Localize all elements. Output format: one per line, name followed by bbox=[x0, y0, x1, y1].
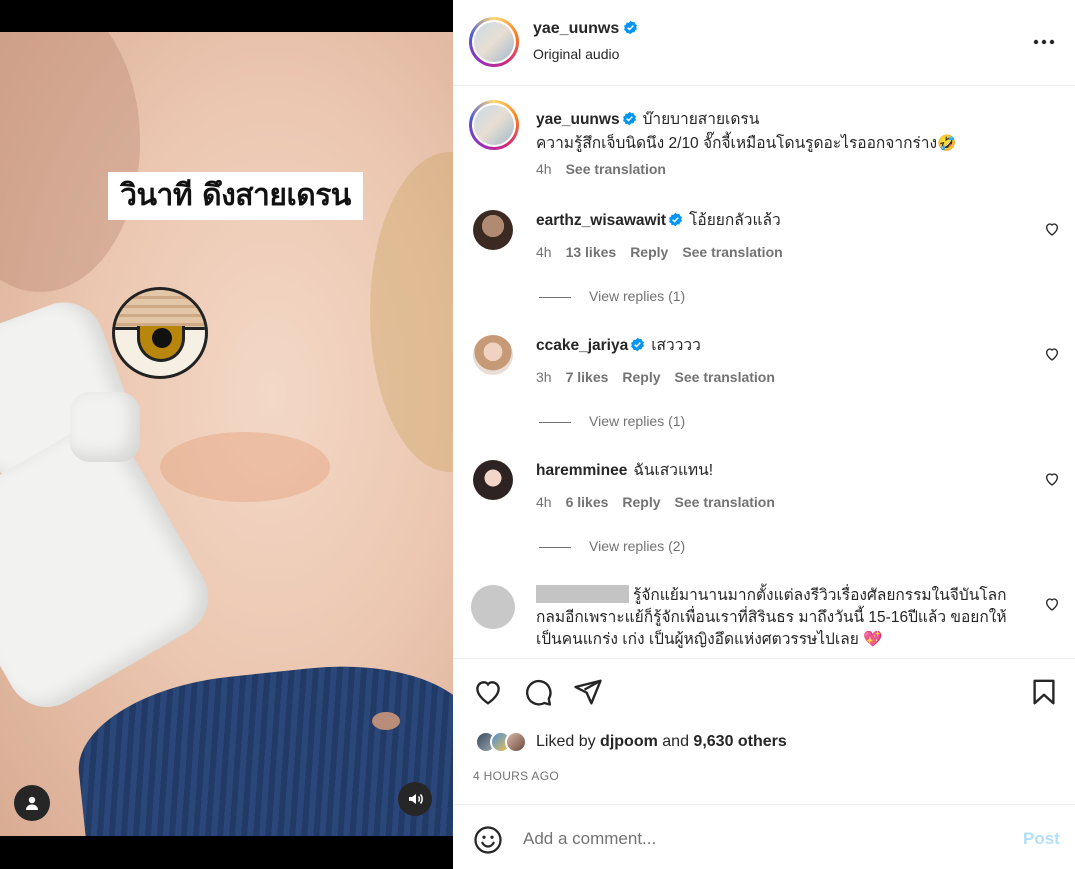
more-options-icon[interactable] bbox=[1029, 30, 1059, 54]
comment-like-heart-icon[interactable] bbox=[1044, 596, 1060, 612]
pupil bbox=[152, 328, 172, 348]
comment-like-heart-icon[interactable] bbox=[1044, 471, 1060, 487]
share-icon[interactable] bbox=[573, 677, 603, 707]
comment-meta: 4h 13 likes Reply See translation bbox=[536, 244, 797, 260]
view-replies-button[interactable]: View replies (1) bbox=[539, 413, 685, 429]
comment-avatar[interactable] bbox=[473, 210, 513, 250]
comment-username[interactable]: ccake_jariya bbox=[536, 337, 628, 354]
comment-text: earthz_wisawawit โอ้ยยกลัวแล้ว bbox=[536, 210, 1025, 234]
shadow bbox=[0, 32, 140, 292]
comment-body: โอ้ยยกลัวแล้ว bbox=[689, 212, 781, 229]
liked-by-prefix: Liked by bbox=[536, 733, 596, 750]
eye-sticker bbox=[112, 287, 208, 379]
view-replies-label[interactable]: View replies (1) bbox=[589, 413, 685, 429]
comment-input[interactable]: Add a comment... bbox=[523, 829, 656, 849]
eyelid bbox=[115, 290, 205, 330]
comment-meta: 4h 6 likes Reply See translation bbox=[536, 494, 789, 510]
see-translation-link[interactable]: See translation bbox=[675, 494, 775, 510]
caption-text: yae_uunws บ๊ายบายสายเดรน ความรู้สึกเจ็บนิ… bbox=[536, 109, 1025, 155]
view-replies-button[interactable]: View replies (2) bbox=[539, 538, 685, 554]
action-bar: Liked by djpoom and 9,630 others 4 HOURS… bbox=[453, 658, 1075, 804]
reply-button[interactable]: Reply bbox=[622, 494, 660, 510]
comment-username[interactable]: earthz_wisawawit bbox=[536, 212, 666, 229]
comment-avatar[interactable] bbox=[471, 585, 515, 629]
comments-list[interactable]: yae_uunws บ๊ายบายสายเดรน ความรู้สึกเจ็บนิ… bbox=[453, 87, 1075, 657]
comment-like-heart-icon[interactable] bbox=[1044, 221, 1060, 237]
post-sidebar: yae_uunws Original audio yae_uunws บ๊ายบา… bbox=[453, 0, 1075, 869]
overlay-caption: วินาที ดึงสายเดรน bbox=[108, 172, 363, 220]
comment-text: ccake_jariya เสวววว bbox=[536, 335, 1025, 359]
bruise bbox=[160, 432, 330, 502]
header-username[interactable]: yae_uunws bbox=[533, 20, 619, 37]
post-button[interactable]: Post bbox=[1023, 829, 1060, 849]
likes-summary[interactable]: Liked by djpoom and 9,630 others bbox=[475, 729, 787, 755]
reply-line bbox=[539, 546, 571, 548]
comment-time[interactable]: 3h bbox=[536, 369, 552, 385]
verified-badge-icon bbox=[668, 212, 683, 234]
header-username-row[interactable]: yae_uunws bbox=[533, 20, 638, 40]
comment-avatar[interactable] bbox=[473, 460, 513, 500]
comment-box: Add a comment... Post bbox=[453, 804, 1075, 869]
view-replies-label[interactable]: View replies (2) bbox=[589, 538, 685, 554]
reply-button[interactable]: Reply bbox=[622, 369, 660, 385]
avatar[interactable] bbox=[469, 17, 519, 67]
emoji-icon[interactable] bbox=[473, 825, 503, 855]
liked-by-others[interactable]: 9,630 others bbox=[693, 733, 786, 750]
reply-button[interactable]: Reply bbox=[630, 244, 668, 260]
post-timestamp[interactable]: 4 HOURS AGO bbox=[473, 769, 559, 783]
bruise bbox=[370, 152, 453, 472]
comment-meta: 3h 7 likes Reply See translation bbox=[536, 369, 789, 385]
post-media[interactable]: วินาที ดึงสายเดรน bbox=[0, 0, 453, 869]
comment-likes[interactable]: 6 likes bbox=[566, 494, 609, 510]
liked-by-user[interactable]: djpoom bbox=[600, 733, 658, 750]
post-video[interactable] bbox=[0, 32, 453, 836]
view-replies-button[interactable]: View replies (1) bbox=[539, 288, 685, 304]
caption-line-1: บ๊ายบายสายเดรน bbox=[642, 111, 760, 128]
comment-body: เสวววว bbox=[651, 337, 701, 354]
comment-time[interactable]: 4h bbox=[536, 244, 552, 260]
see-translation-link[interactable]: See translation bbox=[682, 244, 782, 260]
caption-username[interactable]: yae_uunws bbox=[536, 111, 620, 128]
navel bbox=[372, 712, 400, 730]
comment-like-heart-icon[interactable] bbox=[1044, 346, 1060, 362]
gauze bbox=[70, 392, 140, 462]
see-translation-link[interactable]: See translation bbox=[675, 369, 775, 385]
bookmark-icon[interactable] bbox=[1029, 677, 1059, 707]
avatar[interactable] bbox=[469, 100, 519, 150]
likes-text[interactable]: Liked by djpoom and 9,630 others bbox=[536, 733, 787, 751]
comment-text: haremminee ฉันเสวแทน! bbox=[536, 460, 1025, 482]
caption-line-2: ความรู้สึกเจ็บนิดนึง 2/10 จั๊กจี้เหมือนโ… bbox=[536, 135, 957, 152]
comment-text: รู้จักแย้มานานมากตั้งแต่ลงรีวิวเรื่องศัล… bbox=[536, 585, 1025, 651]
liked-by-and: and bbox=[662, 733, 689, 750]
comment-time[interactable]: 4h bbox=[536, 494, 552, 510]
verified-badge-icon bbox=[623, 20, 638, 40]
comment-likes[interactable]: 7 likes bbox=[566, 369, 609, 385]
comment-likes[interactable]: 13 likes bbox=[566, 244, 617, 260]
redacted-username bbox=[536, 585, 629, 603]
comment-username[interactable]: haremminee bbox=[536, 462, 627, 479]
caption-time[interactable]: 4h bbox=[536, 161, 552, 177]
comment-body: ฉันเสวแทน! bbox=[633, 462, 714, 479]
view-replies-label[interactable]: View replies (1) bbox=[589, 288, 685, 304]
comment-icon[interactable] bbox=[523, 677, 553, 707]
comment-avatar[interactable] bbox=[473, 335, 513, 375]
reply-line bbox=[539, 421, 571, 423]
verified-badge-icon bbox=[622, 111, 637, 133]
original-audio-link[interactable]: Original audio bbox=[533, 46, 619, 62]
reply-line bbox=[539, 296, 571, 298]
caption-meta: 4h See translation bbox=[536, 161, 680, 177]
sound-icon[interactable] bbox=[398, 782, 432, 816]
verified-badge-icon bbox=[630, 337, 645, 359]
iris bbox=[137, 326, 185, 362]
see-translation-link[interactable]: See translation bbox=[566, 161, 666, 177]
person-tag-icon[interactable] bbox=[14, 785, 50, 821]
liker-avatar bbox=[505, 731, 527, 753]
post-header: yae_uunws Original audio bbox=[453, 0, 1075, 86]
heart-icon[interactable] bbox=[473, 677, 503, 707]
jeans bbox=[70, 651, 453, 836]
